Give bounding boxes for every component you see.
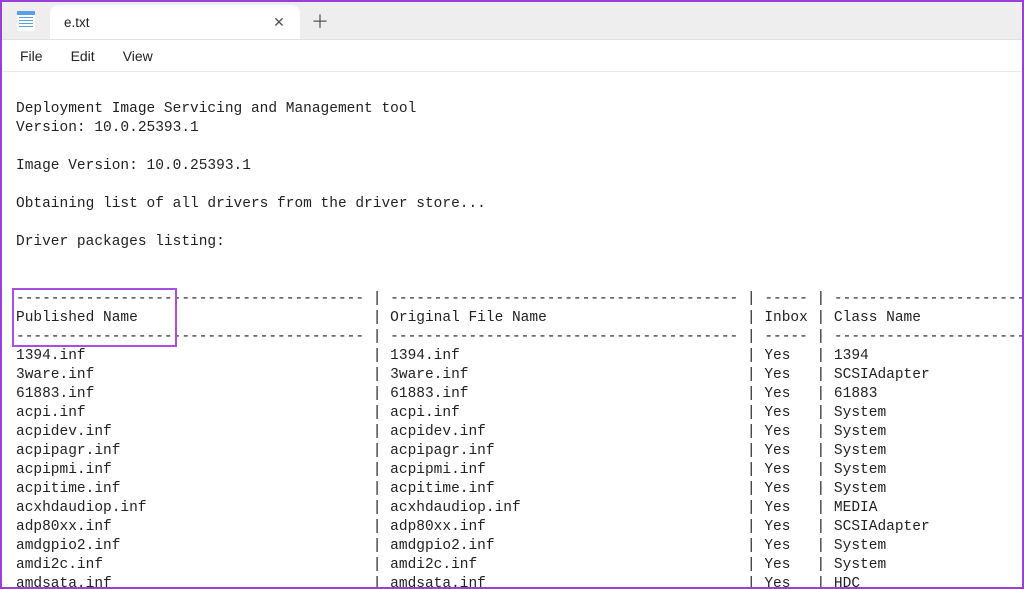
tab-e-txt[interactable]: e.txt ✕: [50, 5, 300, 39]
plus-icon: ＋: [311, 8, 329, 34]
menu-view[interactable]: View: [123, 48, 153, 64]
notepad-icon: [17, 11, 35, 31]
close-icon[interactable]: ✕: [266, 9, 292, 35]
menu-file[interactable]: File: [20, 48, 43, 64]
menubar: File Edit View: [2, 40, 1022, 72]
menu-edit[interactable]: Edit: [71, 48, 95, 64]
app-icon-wrap: [2, 2, 50, 39]
tab-title: e.txt: [64, 15, 256, 30]
app-window: e.txt ✕ ＋ File Edit View Deployment Imag…: [0, 0, 1024, 589]
new-tab-button[interactable]: ＋: [300, 2, 340, 39]
titlebar: e.txt ✕ ＋: [2, 2, 1022, 40]
highlight-published-name: [12, 288, 177, 347]
text-content[interactable]: Deployment Image Servicing and Managemen…: [2, 72, 1022, 587]
